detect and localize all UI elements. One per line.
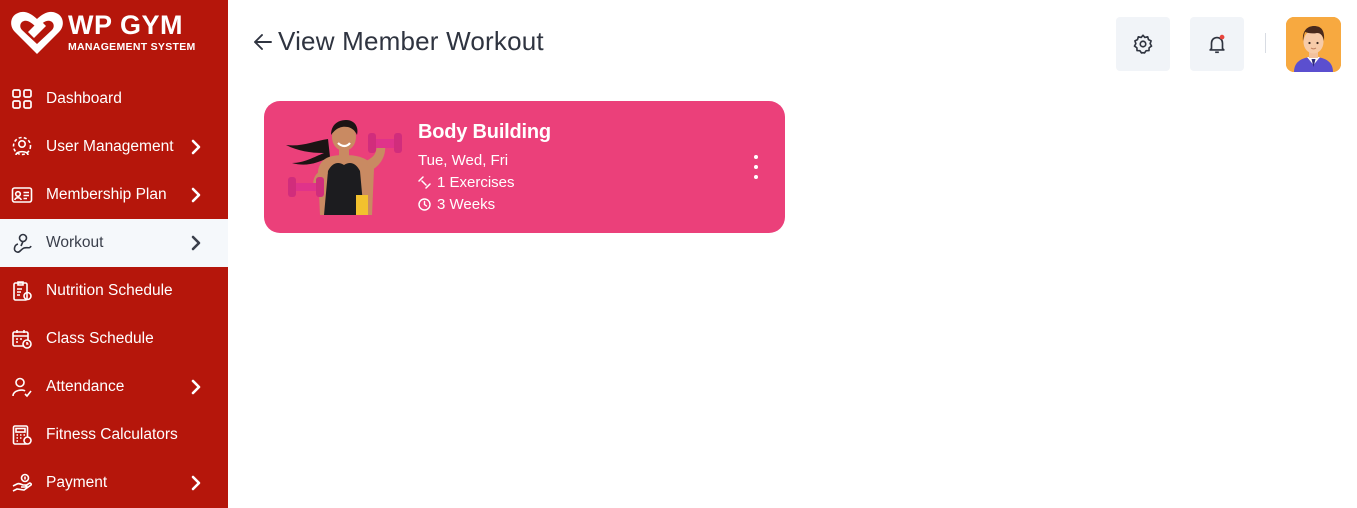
sidebar-item-class-schedule[interactable]: Class Schedule: [0, 315, 228, 363]
sidebar-item-label: Fitness Calculators: [46, 426, 178, 443]
page-header: View Member Workout: [252, 26, 544, 57]
menu-dot: [754, 165, 758, 169]
calculator-icon: [11, 424, 33, 446]
chevron-right-icon: [188, 475, 204, 491]
payment-hand-icon: [11, 472, 33, 494]
sidebar-item-label: Nutrition Schedule: [46, 282, 173, 299]
workout-exercises: 1 Exercises: [418, 174, 515, 191]
page-title: View Member Workout: [278, 26, 544, 56]
header-divider: [1265, 33, 1266, 53]
membership-card-icon: [11, 184, 33, 206]
notifications-button[interactable]: [1190, 17, 1244, 71]
dashboard-grid-icon: [11, 88, 33, 110]
sidebar-item-dashboard[interactable]: Dashboard: [0, 75, 228, 123]
sidebar-item-user-management[interactable]: User Management: [0, 123, 228, 171]
sidebar-item-label: Payment: [46, 474, 108, 491]
users-gear-icon: [11, 136, 33, 158]
workout-photo: [286, 120, 402, 215]
settings-button[interactable]: [1116, 17, 1170, 71]
exercises-count: 1 Exercises: [437, 174, 515, 191]
arrow-left-icon[interactable]: [252, 31, 274, 53]
sidebar-nav: Dashboard User Management Membership Pla…: [0, 75, 228, 507]
workout-title: Body Building: [418, 121, 551, 143]
workout-duration: 3 Weeks: [418, 196, 495, 213]
nutrition-clipboard-icon: [11, 280, 33, 302]
user-check-icon: [11, 376, 33, 398]
sidebar-item-membership-plan[interactable]: Membership Plan: [0, 171, 228, 219]
sidebar-item-label: Dashboard: [46, 90, 122, 107]
chevron-right-icon: [188, 235, 204, 251]
user-avatar-icon: [1286, 17, 1341, 72]
notification-dot: [1219, 34, 1225, 40]
sidebar-item-nutrition-schedule[interactable]: Nutrition Schedule: [0, 267, 228, 315]
menu-dot: [754, 175, 758, 179]
brand[interactable]: WP GYM MANAGEMENT SYSTEM: [10, 8, 220, 58]
brand-logo-icon: [11, 11, 63, 54]
brand-title: WP GYM: [68, 10, 184, 40]
sidebar-item-workout[interactable]: Workout: [0, 219, 228, 267]
sidebar-item-label: Attendance: [46, 378, 125, 395]
gear-icon: [1133, 34, 1153, 54]
sidebar-item-attendance[interactable]: Attendance: [0, 363, 228, 411]
menu-dot: [754, 155, 758, 159]
more-vertical-icon[interactable]: [748, 155, 764, 179]
bell-icon: [1209, 34, 1225, 54]
user-avatar[interactable]: [1286, 17, 1341, 72]
sidebar-item-payment[interactable]: Payment: [0, 459, 228, 507]
workout-days: Tue, Wed, Fri: [418, 152, 509, 169]
workout-card[interactable]: Body Building Tue, Wed, Fri 1 Exercises …: [264, 101, 785, 233]
clock-icon: [418, 198, 431, 211]
duration-text: 3 Weeks: [437, 196, 496, 213]
sidebar-item-fitness-calculators[interactable]: Fitness Calculators: [0, 411, 228, 459]
calendar-clock-icon: [11, 328, 33, 350]
sidebar-item-label: Class Schedule: [46, 330, 154, 347]
sidebar-item-label: Membership Plan: [46, 186, 167, 203]
sidebar-item-label: User Management: [46, 138, 174, 155]
brand-subtitle: MANAGEMENT SYSTEM: [68, 41, 196, 53]
chevron-right-icon: [188, 187, 204, 203]
workout-icon: [11, 232, 33, 254]
sidebar: WP GYM MANAGEMENT SYSTEM Dashboard User …: [0, 0, 228, 508]
chevron-right-icon: [188, 139, 204, 155]
app-root: WP GYM MANAGEMENT SYSTEM Dashboard User …: [0, 0, 1357, 508]
sidebar-item-label: Workout: [46, 234, 104, 251]
dumbbell-icon: [418, 176, 431, 189]
chevron-right-icon: [188, 379, 204, 395]
